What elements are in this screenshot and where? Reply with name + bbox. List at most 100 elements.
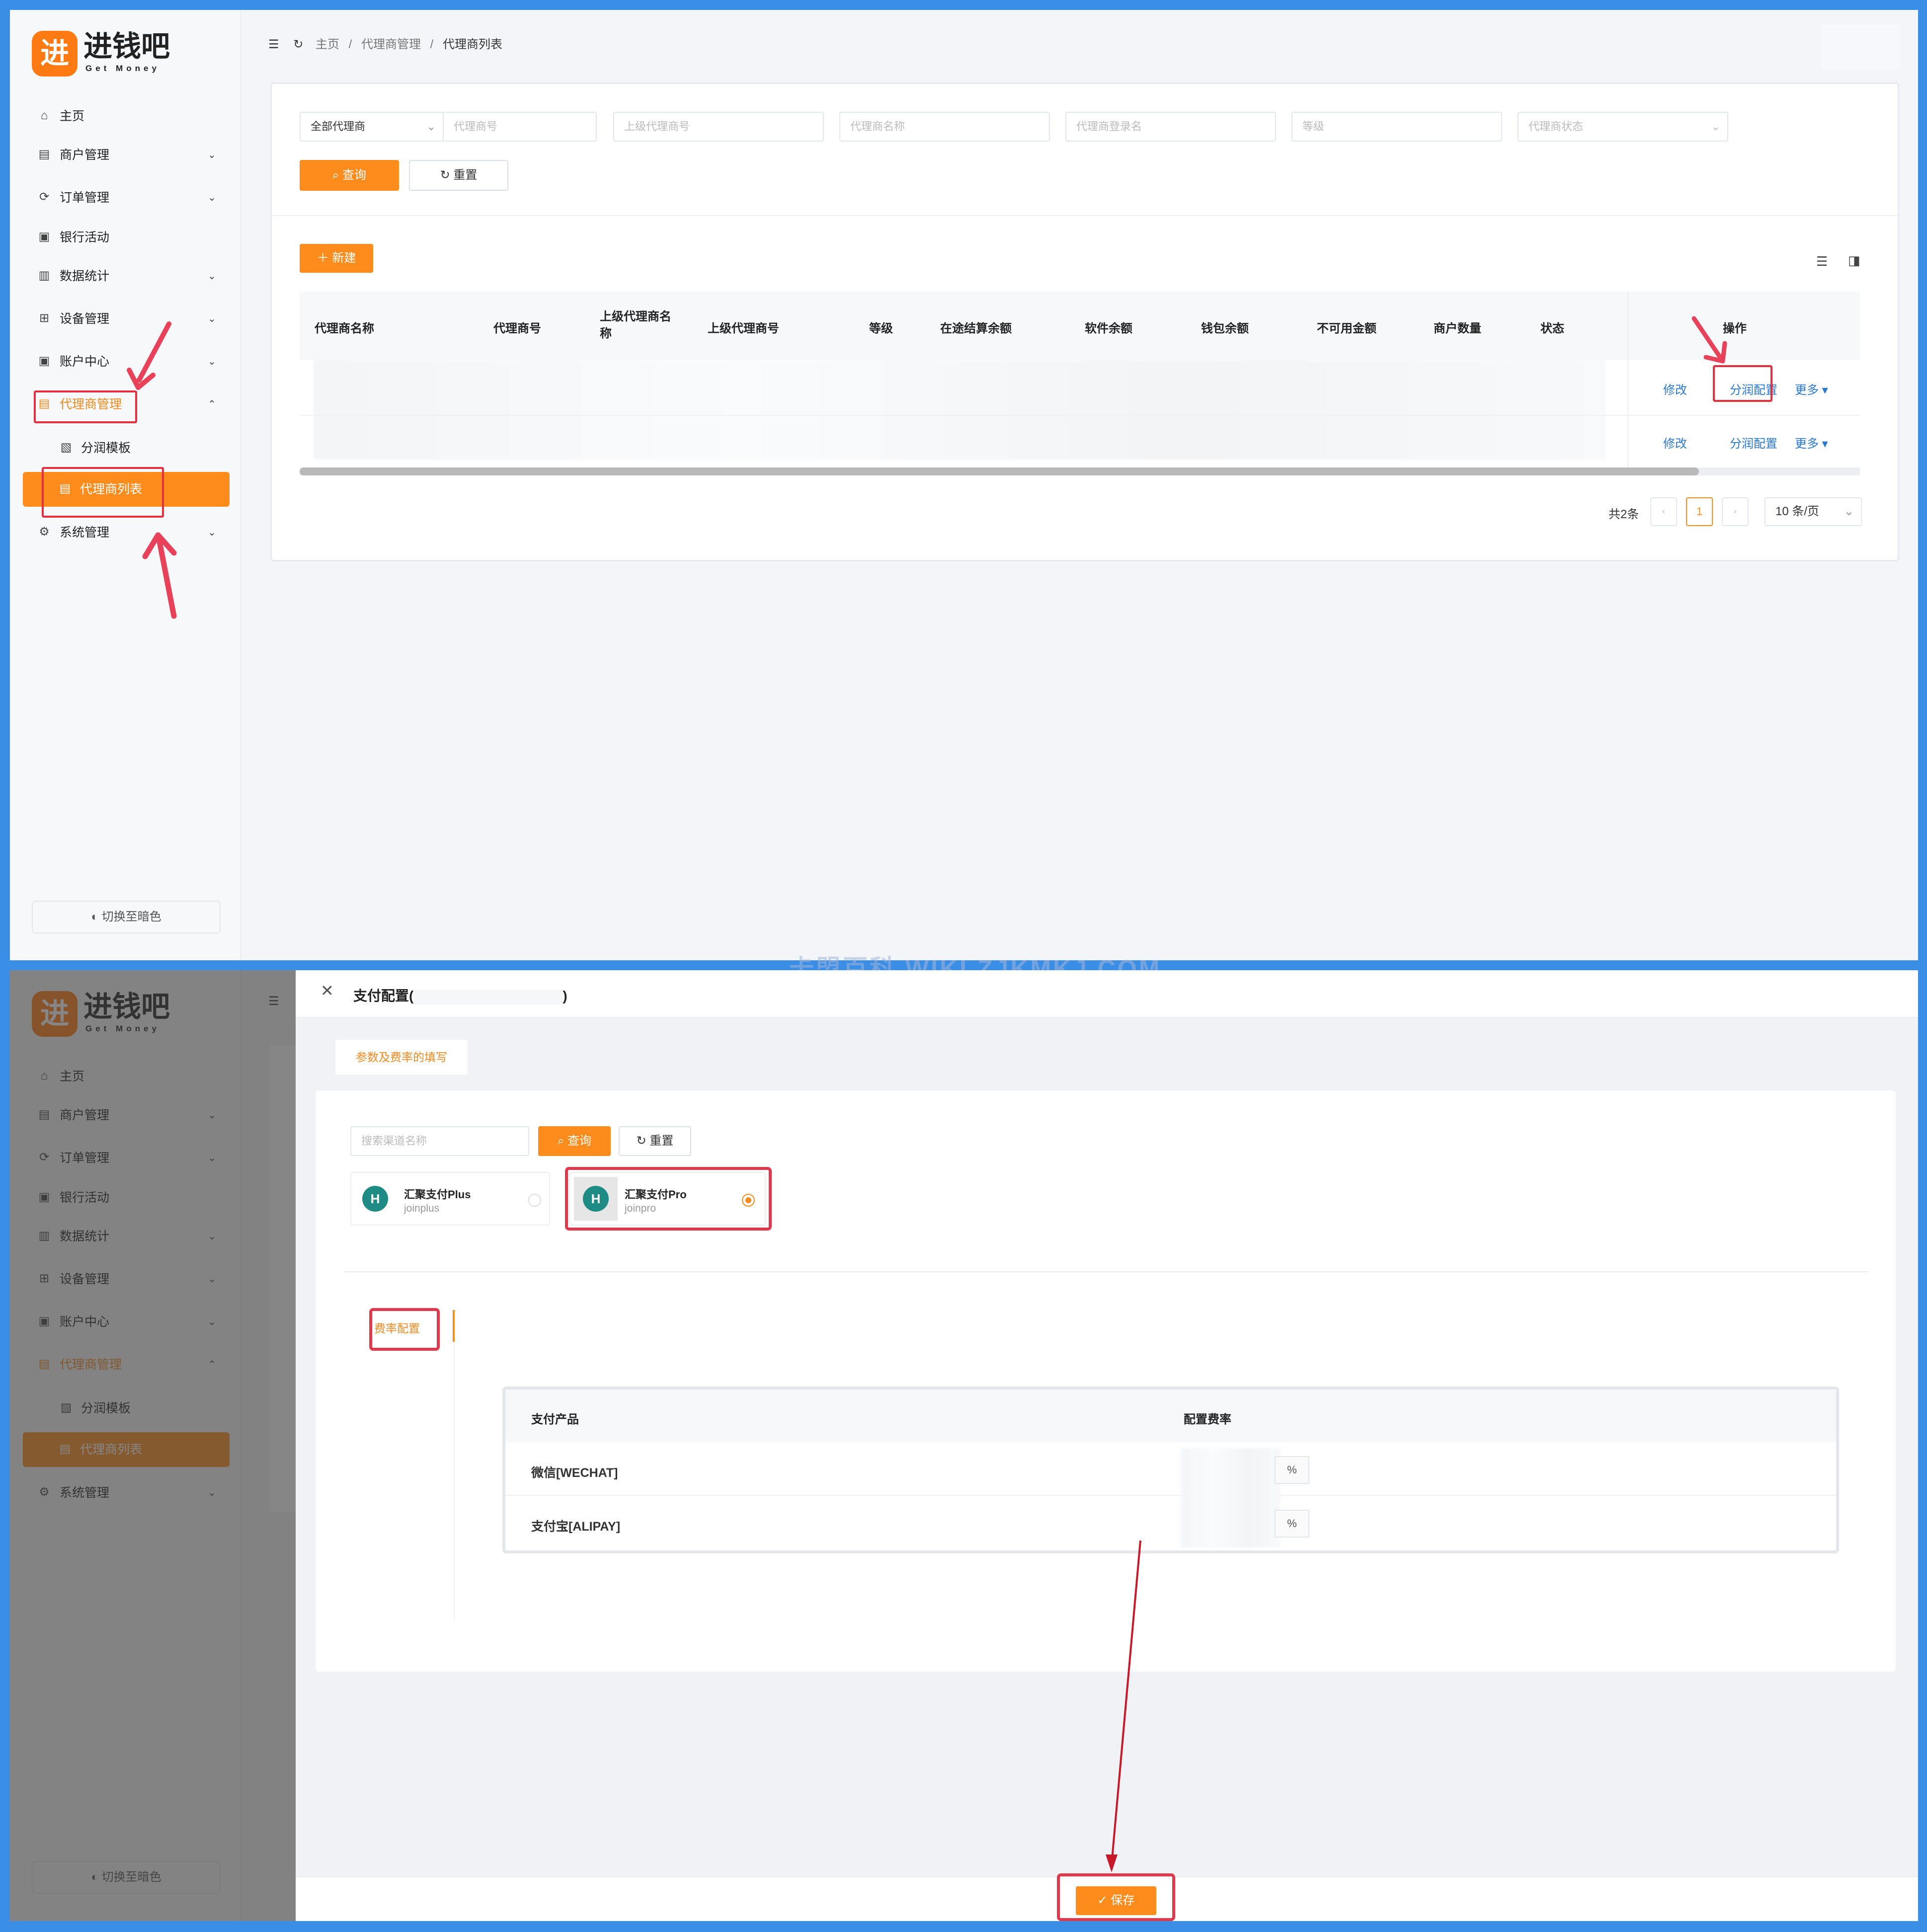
edit-link[interactable]: 修改 bbox=[1663, 434, 1687, 451]
contrast-icon: ◐ bbox=[91, 910, 102, 924]
bank-icon: ▣ bbox=[38, 230, 50, 243]
template-icon: ▧ bbox=[60, 441, 72, 454]
new-label: 新建 bbox=[332, 251, 356, 265]
divider bbox=[343, 1271, 1869, 1272]
page-size-value: 10 条/页 bbox=[1775, 505, 1820, 518]
login-name-input[interactable]: 代理商登录名 bbox=[1065, 112, 1276, 142]
channel-card-joinplus[interactable]: H 汇聚支付Plus joinplus bbox=[350, 1172, 550, 1226]
next-page-button[interactable]: › bbox=[1722, 497, 1749, 526]
columns-icon[interactable]: ◨ bbox=[1848, 253, 1860, 268]
new-button[interactable]: ＋ 新建 bbox=[300, 244, 373, 273]
channel-code: joinplus bbox=[404, 1203, 440, 1214]
logo: 进 进钱吧 Get Money bbox=[32, 31, 181, 80]
col-parent-agent-no: 上级代理商号 bbox=[708, 322, 779, 335]
chevron-up-icon: ⌃ bbox=[208, 399, 216, 410]
sidebar-item-home[interactable]: ⌂ 主页 bbox=[24, 101, 233, 131]
redacted-rate-values bbox=[1181, 1448, 1281, 1547]
query-label: 查询 bbox=[342, 168, 367, 182]
sidebar-item-stats[interactable]: ▥ 数据统计 ⌄ bbox=[24, 261, 233, 291]
annotation-arrow bbox=[1106, 1540, 1141, 1872]
logo-mark: 进 bbox=[32, 31, 78, 77]
sidebar-item-order[interactable]: ⟳ 订单管理 ⌄ bbox=[24, 183, 233, 213]
parent-agent-no-input[interactable]: 上级代理商号 bbox=[613, 112, 824, 142]
channel-search-input[interactable]: 搜索渠道名称 bbox=[350, 1126, 529, 1156]
dark-mode-toggle[interactable]: ◐ 切换至暗色 bbox=[32, 901, 221, 933]
product-alipay: 支付宝[ALIPAY] bbox=[531, 1520, 621, 1534]
page-size-select[interactable]: 10 条/页 ⌄ bbox=[1765, 497, 1862, 526]
chevron-down-icon: ⌄ bbox=[1844, 505, 1854, 518]
breadcrumb-section[interactable]: 代理商管理 bbox=[361, 38, 421, 51]
sidebar-item-bank[interactable]: ▣ 银行活动 bbox=[24, 223, 233, 252]
breadcrumb-home[interactable]: 主页 bbox=[316, 38, 339, 51]
home-icon: ⌂ bbox=[40, 109, 48, 122]
dark-mode-label: 切换至暗色 bbox=[101, 910, 161, 924]
page-1-button[interactable]: 1 bbox=[1686, 497, 1713, 526]
drawer-title-prefix: 支付配置( bbox=[353, 988, 414, 1004]
agent-name-input[interactable]: 代理商名称 bbox=[839, 112, 1050, 142]
breadcrumb-separator: / bbox=[430, 38, 434, 51]
breadcrumb: ☰ ↻ 主页 / 代理商管理 / 代理商列表 bbox=[268, 34, 502, 56]
tab-params-rates[interactable]: 参数及费率的填写 bbox=[335, 1040, 468, 1075]
scrollbar-thumb[interactable] bbox=[300, 467, 1699, 475]
wallet-icon: ▣ bbox=[38, 354, 50, 368]
refresh-icon[interactable]: ↻ bbox=[293, 38, 303, 51]
sidebar-item-merchant[interactable]: ▤ 商户管理 ⌄ bbox=[24, 140, 233, 170]
agent-list-screenshot: 进 进钱吧 Get Money ⌂ 主页 ▤ 商户管理 ⌄ ⟳ 订单管理 ⌄ ▣ 银行活动 … bbox=[10, 10, 1918, 960]
sidebar-item-label: 订单管理 bbox=[60, 191, 110, 205]
horizontal-scrollbar[interactable] bbox=[300, 467, 1860, 475]
device-icon: ⊞ bbox=[39, 311, 50, 325]
search-icon: ⌕ bbox=[332, 168, 343, 182]
status-placeholder: 代理商状态 bbox=[1528, 120, 1584, 133]
highlight-box bbox=[369, 1308, 440, 1351]
level-input[interactable]: 等级 bbox=[1291, 112, 1502, 142]
active-tab-indicator bbox=[453, 1310, 455, 1342]
reset-icon: ↻ bbox=[440, 168, 454, 182]
gear-icon: ⚙ bbox=[39, 525, 50, 539]
annotation-arrow bbox=[1691, 316, 1727, 364]
annotation-arrow bbox=[142, 532, 177, 619]
edit-link[interactable]: 修改 bbox=[1663, 380, 1687, 397]
more-dropdown[interactable]: 更多 ▾ bbox=[1795, 380, 1828, 397]
col-level: 等级 bbox=[869, 322, 893, 335]
col-agent-no: 代理商号 bbox=[493, 322, 541, 335]
channel-query-button[interactable]: ⌕ 查询 bbox=[538, 1126, 611, 1156]
sidebar-item-label: 主页 bbox=[60, 109, 85, 123]
rate-table-header bbox=[505, 1390, 1836, 1442]
reset-label: 重置 bbox=[453, 168, 478, 182]
col-parent-agent-name: 上级代理商名称 bbox=[600, 310, 671, 340]
annotation-arrow bbox=[127, 321, 171, 390]
more-label: 更多 bbox=[1795, 384, 1819, 397]
sidebar-item-label: 银行活动 bbox=[60, 231, 110, 244]
density-icon[interactable]: ☰ bbox=[1816, 254, 1828, 269]
more-dropdown[interactable]: 更多 ▾ bbox=[1795, 434, 1828, 451]
agent-scope-select[interactable]: 全部代理商 ⌄ bbox=[300, 112, 444, 142]
sidebar-item-system[interactable]: ⚙ 系统管理 ⌄ bbox=[24, 518, 233, 547]
prev-page-button[interactable]: ‹ bbox=[1650, 497, 1677, 526]
col-software-balance: 软件余额 bbox=[1085, 322, 1132, 335]
col-status: 状态 bbox=[1540, 322, 1564, 335]
channel-reset-button[interactable]: ↻ 重置 bbox=[619, 1126, 691, 1156]
channel-radio[interactable] bbox=[528, 1194, 541, 1207]
modal-mask[interactable] bbox=[10, 970, 296, 1921]
profit-config-link[interactable]: 分润配置 bbox=[1730, 434, 1777, 451]
chevron-down-icon: ⌄ bbox=[208, 192, 216, 203]
col-unavailable: 不可用金额 bbox=[1317, 322, 1376, 335]
logo-subtitle: Get Money bbox=[85, 64, 160, 73]
reset-icon: ↻ bbox=[636, 1134, 650, 1148]
agent-scope-value: 全部代理商 bbox=[311, 120, 366, 133]
agent-no-input[interactable]: 代理商号 bbox=[443, 112, 597, 142]
sidebar-item-label: 分润模板 bbox=[81, 441, 131, 455]
reset-button[interactable]: ↻ 重置 bbox=[409, 160, 508, 191]
menu-fold-icon[interactable]: ☰ bbox=[268, 38, 279, 51]
header-placeholder bbox=[1821, 25, 1900, 70]
drawer-title-suffix: ) bbox=[562, 988, 567, 1004]
wechat-rate-unit: % bbox=[1275, 1456, 1309, 1484]
query-button[interactable]: ⌕ 查询 bbox=[300, 160, 399, 191]
status-select[interactable]: 代理商状态 ⌄ bbox=[1518, 112, 1728, 142]
sidebar-item-profit-template[interactable]: ▧ 分润模板 bbox=[24, 433, 233, 463]
close-icon[interactable]: ✕ bbox=[321, 981, 334, 1000]
highlight-box bbox=[565, 1167, 772, 1231]
breadcrumb-current: 代理商列表 bbox=[443, 38, 502, 51]
payment-config-screenshot: 进 进钱吧 Get Money ⌂主页 ▤商户管理⌄ ⟳订单管理⌄ ▣银行活动 … bbox=[10, 970, 1918, 1921]
chevron-down-icon: ⌄ bbox=[208, 271, 216, 282]
